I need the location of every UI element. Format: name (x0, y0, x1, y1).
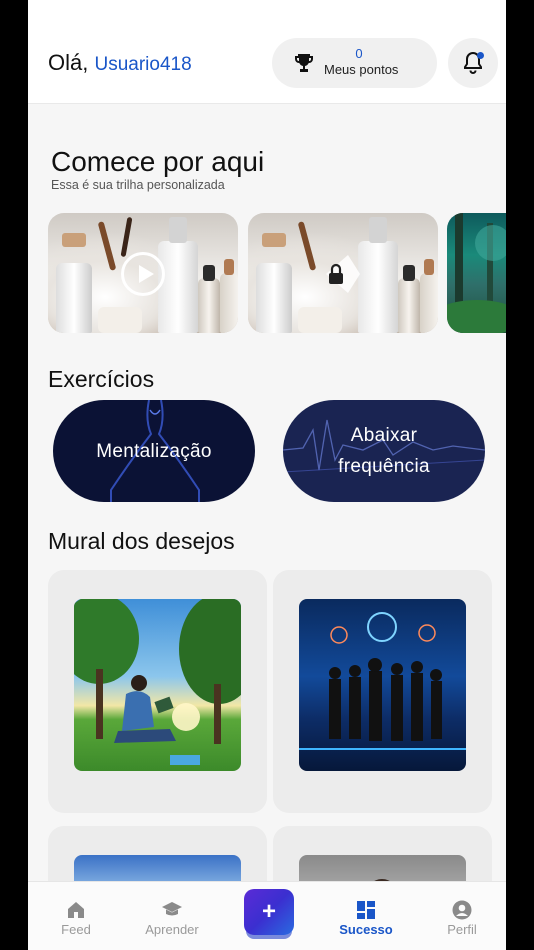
team-scene (299, 612, 466, 750)
play-icon[interactable] (121, 252, 165, 296)
bottle-shape (220, 273, 238, 333)
bottle-cap (369, 217, 387, 243)
username[interactable]: Usuario418 (94, 54, 191, 75)
bottle-cap (424, 259, 434, 275)
portrait-image (299, 855, 466, 881)
exercise-abaixar-frequencia[interactable]: Abaixar frequência (283, 400, 485, 502)
trail-item-3[interactable] (447, 213, 506, 333)
user-circle-icon (452, 900, 472, 920)
bottle-shape (420, 273, 438, 333)
main-content: Comece por aqui Essa é sua trilha person… (28, 104, 506, 881)
nav-label: Perfil (447, 922, 477, 937)
bottle-cap (224, 259, 234, 275)
nav-label: Feed (61, 922, 91, 937)
bottle-shape (198, 278, 220, 333)
nav-label: Aprender (145, 922, 199, 937)
dropper-cap (203, 265, 215, 281)
park-scene (74, 599, 241, 765)
app-screen: Olá, Usuario418 0 Meus pontos Comece por… (28, 0, 506, 950)
sky-image (74, 855, 241, 881)
exercise-label: Abaixar frequência (283, 400, 485, 502)
header: Olá, Usuario418 0 Meus pontos (28, 0, 506, 104)
points-value: 0 (355, 46, 363, 61)
start-title: Comece por aqui (51, 146, 265, 177)
exercise-label: Mentalização (96, 440, 212, 462)
cream-jar (98, 307, 142, 333)
bottom-nav: Feed Aprender + Sucesso Perfil (28, 881, 506, 950)
business-team-image (299, 599, 466, 771)
points-label: Meus pontos (324, 62, 399, 77)
trail-item-1[interactable] (48, 213, 238, 333)
bottle-shape (398, 278, 420, 333)
home-icon (68, 902, 84, 918)
nav-feed[interactable]: Feed (36, 882, 116, 950)
portrait-scene (374, 879, 390, 881)
cream-jar (298, 307, 342, 333)
jar-lid (62, 233, 86, 247)
exercise-mentalizacao[interactable]: Mentalização (53, 400, 255, 502)
exercise-label-text: Abaixar frequência (338, 425, 430, 477)
notifications-button[interactable] (448, 38, 498, 88)
plus-icon: + (261, 898, 276, 925)
jar-lid (262, 233, 286, 247)
nav-label: Sucesso (339, 922, 393, 937)
wish-card-2[interactable] (273, 570, 492, 813)
exercises-title: Exercícios (48, 366, 155, 392)
wish-card-3[interactable] (48, 826, 267, 881)
greeting: Olá, Usuario418 (48, 50, 192, 76)
points-value-wrap: 0 (272, 46, 437, 61)
grid-icon (357, 901, 375, 919)
bottle-shape (158, 241, 198, 333)
nav-perfil[interactable]: Perfil (422, 882, 502, 950)
start-subtitle: Essa é sua trilha personalizada (51, 178, 225, 192)
man-reading-image (74, 599, 241, 771)
forest-image (447, 213, 506, 333)
nav-aprender[interactable]: Aprender (132, 882, 212, 950)
greeting-text: Olá, (48, 50, 89, 75)
points-button[interactable]: 0 Meus pontos (272, 38, 437, 88)
wish-card-4[interactable] (273, 826, 492, 881)
wish-card-1[interactable] (48, 570, 267, 813)
trail-item-2[interactable] (248, 213, 438, 333)
bottle-shape (256, 263, 292, 333)
dropper-cap (403, 265, 415, 281)
bottle-cap (169, 217, 187, 243)
mural-title: Mural dos desejos (48, 528, 235, 554)
bottle-shape (56, 263, 92, 333)
notification-dot (477, 52, 484, 59)
add-button[interactable]: + (244, 889, 294, 935)
lock-icon (326, 255, 360, 293)
nav-sucesso[interactable]: Sucesso (326, 882, 406, 950)
graduation-cap-icon (162, 902, 182, 916)
